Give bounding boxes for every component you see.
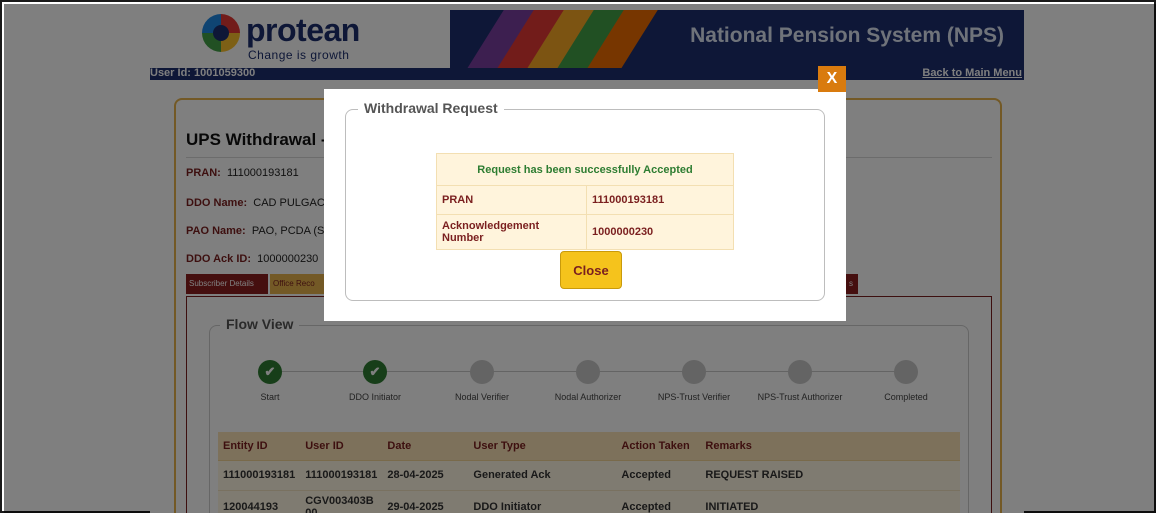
result-value: 1000000230: [586, 214, 734, 250]
result-value: 111000193181: [586, 185, 734, 215]
dialog-fieldset: Withdrawal Request Request has been succ…: [345, 100, 825, 301]
result-label: PRAN: [436, 185, 587, 215]
dialog-title: Withdrawal Request: [358, 100, 504, 116]
close-icon[interactable]: X: [818, 66, 846, 92]
table-row: Request has been successfully Accepted: [436, 153, 734, 186]
success-message: Request has been successfully Accepted: [436, 153, 734, 186]
table-row: PRAN 111000193181: [436, 185, 734, 215]
result-label: Acknowledgement Number: [436, 214, 587, 250]
result-table: Request has been successfully Accepted P…: [436, 153, 734, 250]
table-row: Acknowledgement Number 1000000230: [436, 214, 734, 250]
withdrawal-request-dialog: Withdrawal Request Request has been succ…: [324, 89, 846, 321]
close-button[interactable]: Close: [560, 251, 622, 289]
